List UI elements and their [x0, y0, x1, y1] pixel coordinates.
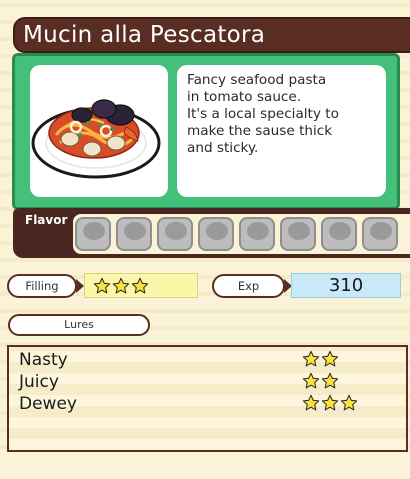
filling-rating: [84, 273, 198, 298]
seafood-pasta-plate-icon: [31, 99, 161, 179]
lure-row: Juicy: [19, 371, 399, 393]
flavor-slot[interactable]: [198, 217, 234, 251]
lure-stars: [302, 394, 359, 414]
exp-label: Exp: [212, 274, 285, 298]
flavor-slot[interactable]: [321, 217, 357, 251]
footer-area: [0, 452, 410, 479]
dish-image-frame: [30, 65, 168, 197]
star-icon: [321, 372, 339, 389]
lures-label: Lures: [8, 314, 150, 336]
flavor-slot[interactable]: [116, 217, 152, 251]
lure-name: Dewey: [19, 394, 77, 414]
lure-name: Juicy: [19, 372, 59, 392]
flavor-slot[interactable]: [362, 217, 398, 251]
locked-flavor-icon: [329, 222, 351, 240]
description-line: in tomato sauce.: [187, 89, 302, 105]
lure-stars: [302, 372, 340, 392]
flavor-slot[interactable]: [157, 217, 193, 251]
flavor-slot[interactable]: [280, 217, 316, 251]
star-icon: [302, 394, 320, 411]
locked-flavor-icon: [206, 222, 228, 240]
star-icon: [93, 277, 111, 294]
locked-flavor-icon: [165, 222, 187, 240]
filling-label: Filling: [7, 274, 77, 298]
lure-row: Nasty: [19, 349, 399, 371]
dish-info-panel: Fancy seafood pasta in tomato sauce. It'…: [12, 53, 400, 210]
locked-flavor-icon: [288, 222, 310, 240]
lure-row: Dewey: [19, 393, 399, 415]
flavor-slots: [73, 214, 410, 254]
dish-description: Fancy seafood pasta in tomato sauce. It'…: [177, 65, 386, 197]
exp-value: 310: [291, 273, 401, 298]
lure-name: Nasty: [19, 350, 68, 370]
star-icon: [112, 277, 130, 294]
description-line: Fancy seafood pasta: [187, 72, 327, 88]
star-icon: [131, 277, 149, 294]
flavor-slot[interactable]: [239, 217, 275, 251]
title-bar: Mucin alla Pescatora: [13, 17, 410, 53]
star-icon: [340, 394, 358, 411]
filling-stars: [93, 277, 150, 296]
lures-list: Nasty Juicy Dewey: [7, 345, 408, 452]
locked-flavor-icon: [247, 222, 269, 240]
locked-flavor-icon: [370, 222, 392, 240]
star-icon: [302, 350, 320, 367]
dish-title: Mucin alla Pescatora: [23, 22, 266, 48]
flavor-label: Flavor: [25, 213, 68, 227]
flavor-slot[interactable]: [75, 217, 111, 251]
flavor-strip: Flavor: [13, 208, 410, 258]
lure-stars: [302, 350, 340, 370]
description-line: make the sause thick: [187, 123, 333, 139]
star-icon: [321, 350, 339, 367]
description-line: It's a local specialty to: [187, 106, 339, 122]
star-icon: [302, 372, 320, 389]
filling-pointer: [76, 279, 84, 293]
locked-flavor-icon: [124, 222, 146, 240]
description-line: and sticky.: [187, 140, 259, 156]
locked-flavor-icon: [83, 222, 105, 240]
star-icon: [321, 394, 339, 411]
